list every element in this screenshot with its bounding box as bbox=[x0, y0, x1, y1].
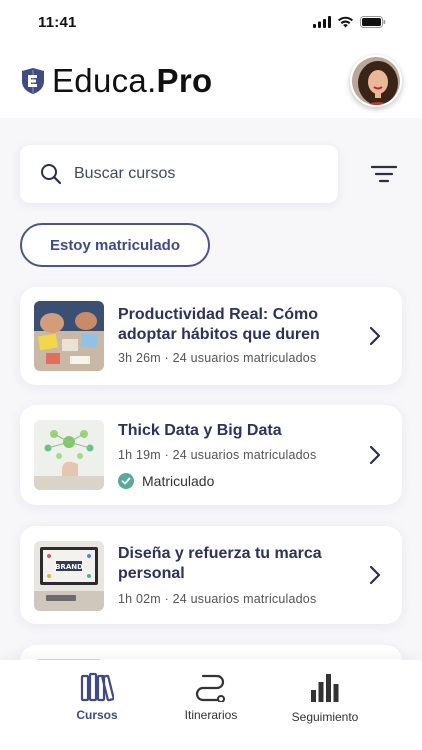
bar-chart-icon bbox=[311, 674, 339, 702]
avatar-image bbox=[352, 57, 400, 105]
course-students: 24 usuarios matriculados bbox=[172, 351, 317, 365]
battery-icon bbox=[360, 16, 386, 28]
books-icon bbox=[80, 672, 114, 702]
course-title: Thick Data y Big Data bbox=[118, 422, 282, 439]
meta-separator: · bbox=[164, 592, 173, 606]
nav-item-itinerarios[interactable]: Itinerarios bbox=[166, 672, 256, 750]
course-students: 24 usuarios matriculados bbox=[172, 592, 317, 606]
bottom-navigation: Cursos Itinerarios Seguimiento bbox=[0, 660, 422, 750]
nav-item-seguimiento[interactable]: Seguimiento bbox=[280, 672, 370, 750]
course-meta: 3h 26m · 24 usuarios matriculados bbox=[118, 351, 316, 365]
brand-logo[interactable]: Educa.Pro bbox=[20, 62, 212, 100]
brand-thumb-text: BRAND bbox=[55, 563, 83, 571]
meta-separator: · bbox=[164, 351, 173, 365]
chevron-right-icon bbox=[369, 445, 381, 465]
course-card[interactable]: Productividad Real: Cómo adoptar hábitos… bbox=[20, 287, 402, 385]
search-icon bbox=[41, 164, 62, 185]
status-icons bbox=[313, 16, 386, 28]
course-duration: 3h 26m bbox=[118, 351, 161, 365]
nav-label: Seguimiento bbox=[291, 710, 359, 724]
route-icon bbox=[195, 674, 225, 702]
brand-name: Educa.Pro bbox=[52, 62, 213, 99]
course-thumbnail bbox=[34, 420, 104, 490]
nav-label: Cursos bbox=[76, 708, 118, 722]
app-header: Educa.Pro bbox=[0, 44, 422, 118]
filter-icon bbox=[371, 165, 397, 183]
nav-label: Itinerarios bbox=[184, 708, 238, 722]
shield-logo-icon bbox=[22, 68, 44, 94]
chevron-right-icon bbox=[369, 565, 381, 585]
course-duration: 1h 02m bbox=[118, 592, 161, 606]
chevron-right-icon bbox=[369, 326, 381, 346]
course-card[interactable]: BRAND Diseña y refuerza tu marca persona… bbox=[20, 526, 402, 624]
course-duration: 1h 19m bbox=[118, 448, 161, 462]
course-meta: 1h 19m · 24 usuarios matriculados bbox=[118, 448, 316, 462]
course-title: Diseña y refuerza tu marca personal bbox=[118, 545, 322, 582]
chip-label: Estoy matriculado bbox=[49, 236, 181, 254]
course-thumbnail: BRAND bbox=[34, 541, 104, 611]
enrolled-filter-chip[interactable]: Estoy matriculado bbox=[20, 223, 210, 267]
status-time: 11:41 bbox=[38, 13, 77, 31]
nav-item-cursos[interactable]: Cursos bbox=[52, 672, 142, 750]
filter-button[interactable] bbox=[364, 154, 404, 194]
top-area: 11:41 Educa.Pro bbox=[0, 0, 422, 118]
avatar[interactable] bbox=[350, 55, 402, 107]
course-card[interactable]: Thick Data y Big Data 1h 19m · 24 usuari… bbox=[20, 405, 402, 505]
course-students: 24 usuarios matriculados bbox=[172, 448, 317, 462]
course-thumbnail bbox=[34, 301, 104, 371]
status-bar: 11:41 bbox=[0, 0, 422, 44]
course-title: Productividad Real: Cómo adoptar hábitos… bbox=[118, 306, 320, 343]
course-meta: 1h 02m · 24 usuarios matriculados bbox=[118, 592, 316, 606]
search-row: Buscar cursos bbox=[20, 145, 402, 203]
enrolled-label: Matriculado bbox=[142, 473, 215, 489]
search-input[interactable]: Buscar cursos bbox=[20, 145, 338, 203]
signal-icon bbox=[313, 16, 331, 28]
check-circle-icon bbox=[118, 473, 134, 489]
meta-separator: · bbox=[164, 448, 173, 462]
wifi-icon bbox=[338, 16, 353, 28]
search-placeholder: Buscar cursos bbox=[74, 165, 176, 182]
enrolled-badge: Matriculado bbox=[118, 473, 214, 489]
